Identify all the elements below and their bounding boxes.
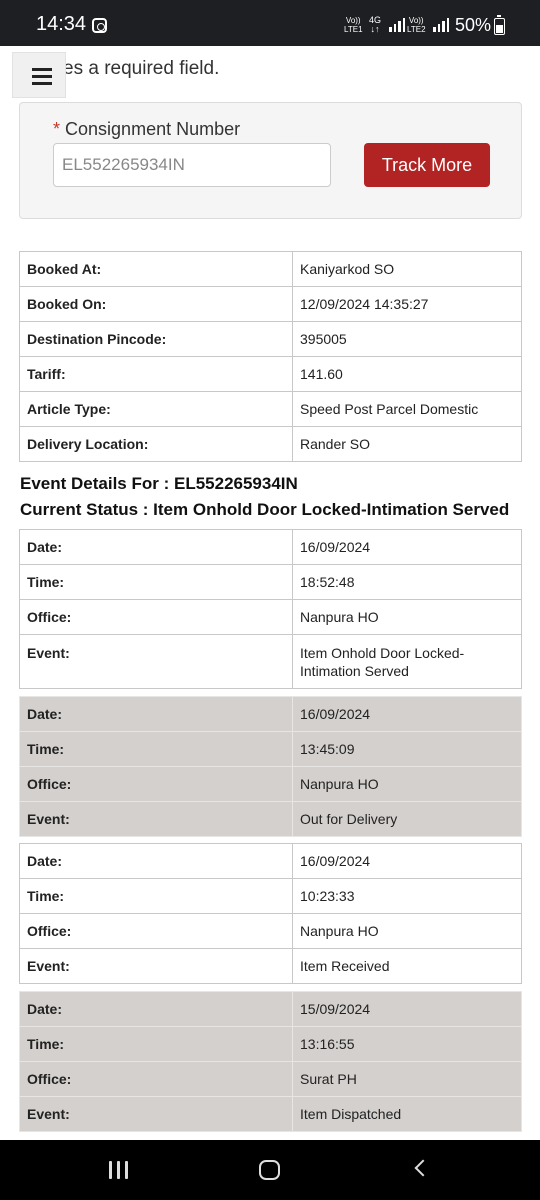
clock: 14:34 bbox=[36, 13, 87, 35]
table-row: Date: 16/09/2024 bbox=[19, 843, 522, 879]
table-row: Office: Surat PH bbox=[19, 1061, 522, 1097]
table-row: Tariff: 141.60 bbox=[19, 356, 522, 392]
signal-icon bbox=[389, 18, 405, 32]
recent-apps-icon[interactable] bbox=[109, 1161, 131, 1179]
table-row: Office: Nanpura HO bbox=[19, 913, 522, 949]
status-bar: 14:34 Vo)) LTE1 4G ↓↑ Vo)) LTE2 50% bbox=[0, 0, 540, 46]
table-row: Booked On: 12/09/2024 14:35:27 bbox=[19, 286, 522, 322]
event-table: Date: 16/09/2024 Time: 10:23:33 Office: Nan… bbox=[19, 843, 522, 984]
table-row: Destination Pincode: 395005 bbox=[19, 321, 522, 357]
home-icon[interactable] bbox=[259, 1160, 280, 1180]
table-row: Time: 18:52:48 bbox=[19, 564, 522, 600]
network-type: 4G ↓↑ bbox=[369, 15, 382, 34]
table-row: Delivery Location: Rander SO bbox=[19, 426, 522, 462]
menu-icon bbox=[32, 68, 52, 71]
instagram-icon bbox=[92, 18, 107, 33]
sim2-label: Vo)) LTE2 bbox=[407, 16, 426, 34]
battery-percent: 50% bbox=[455, 15, 492, 35]
event-table: Date: 16/09/2024 Time: 18:52:48 Office: Nan… bbox=[19, 529, 522, 689]
event-details-heading: Event Details For : EL552265934IN bbox=[20, 474, 298, 493]
table-row: Office: Nanpura HO bbox=[19, 766, 522, 802]
current-status-heading: Current Status : Item Onhold Door Locked… bbox=[20, 500, 510, 519]
table-row: Event: Item Dispatched bbox=[19, 1096, 522, 1132]
table-row: Time: 13:45:09 bbox=[19, 731, 522, 767]
consignment-label: * Consignment Number bbox=[53, 119, 241, 139]
table-row: Booked At: Kaniyarkod SO bbox=[19, 251, 522, 287]
table-row: Date: 15/09/2024 bbox=[19, 991, 522, 1027]
table-row: Office: Nanpura HO bbox=[19, 599, 522, 635]
signal-icon bbox=[433, 18, 449, 32]
table-row: Time: 10:23:33 bbox=[19, 878, 522, 914]
table-row: Event: Item Onhold Door Locked-Intimation… bbox=[19, 634, 522, 689]
sim1-label: Vo)) LTE1 bbox=[344, 16, 363, 34]
navigation-bar bbox=[0, 1140, 540, 1200]
table-row: Event: Out for Delivery bbox=[19, 801, 522, 837]
booking-details-table: Booked At: Kaniyarkod SO Booked On: 12/09/… bbox=[19, 251, 522, 462]
battery-icon bbox=[494, 15, 505, 35]
track-more-button[interactable]: Track More bbox=[364, 143, 490, 187]
table-row: Date: 16/09/2024 bbox=[19, 529, 522, 565]
table-row: Date: 16/09/2024 bbox=[19, 696, 522, 732]
back-icon[interactable] bbox=[414, 1159, 432, 1177]
event-table: Date: 16/09/2024 Time: 13:45:09 Office: Nan… bbox=[19, 696, 522, 837]
table-row: Time: 13:16:55 bbox=[19, 1026, 522, 1062]
search-panel: * Consignment Number Track More bbox=[19, 102, 522, 219]
event-table: Date: 15/09/2024 Time: 13:16:55 Office: Sur… bbox=[19, 991, 522, 1132]
table-row: Article Type: Speed Post Parcel Domestic bbox=[19, 391, 522, 427]
consignment-number-input[interactable] bbox=[53, 143, 331, 187]
table-row: Event: Item Received bbox=[19, 948, 522, 984]
menu-button[interactable] bbox=[12, 52, 66, 98]
